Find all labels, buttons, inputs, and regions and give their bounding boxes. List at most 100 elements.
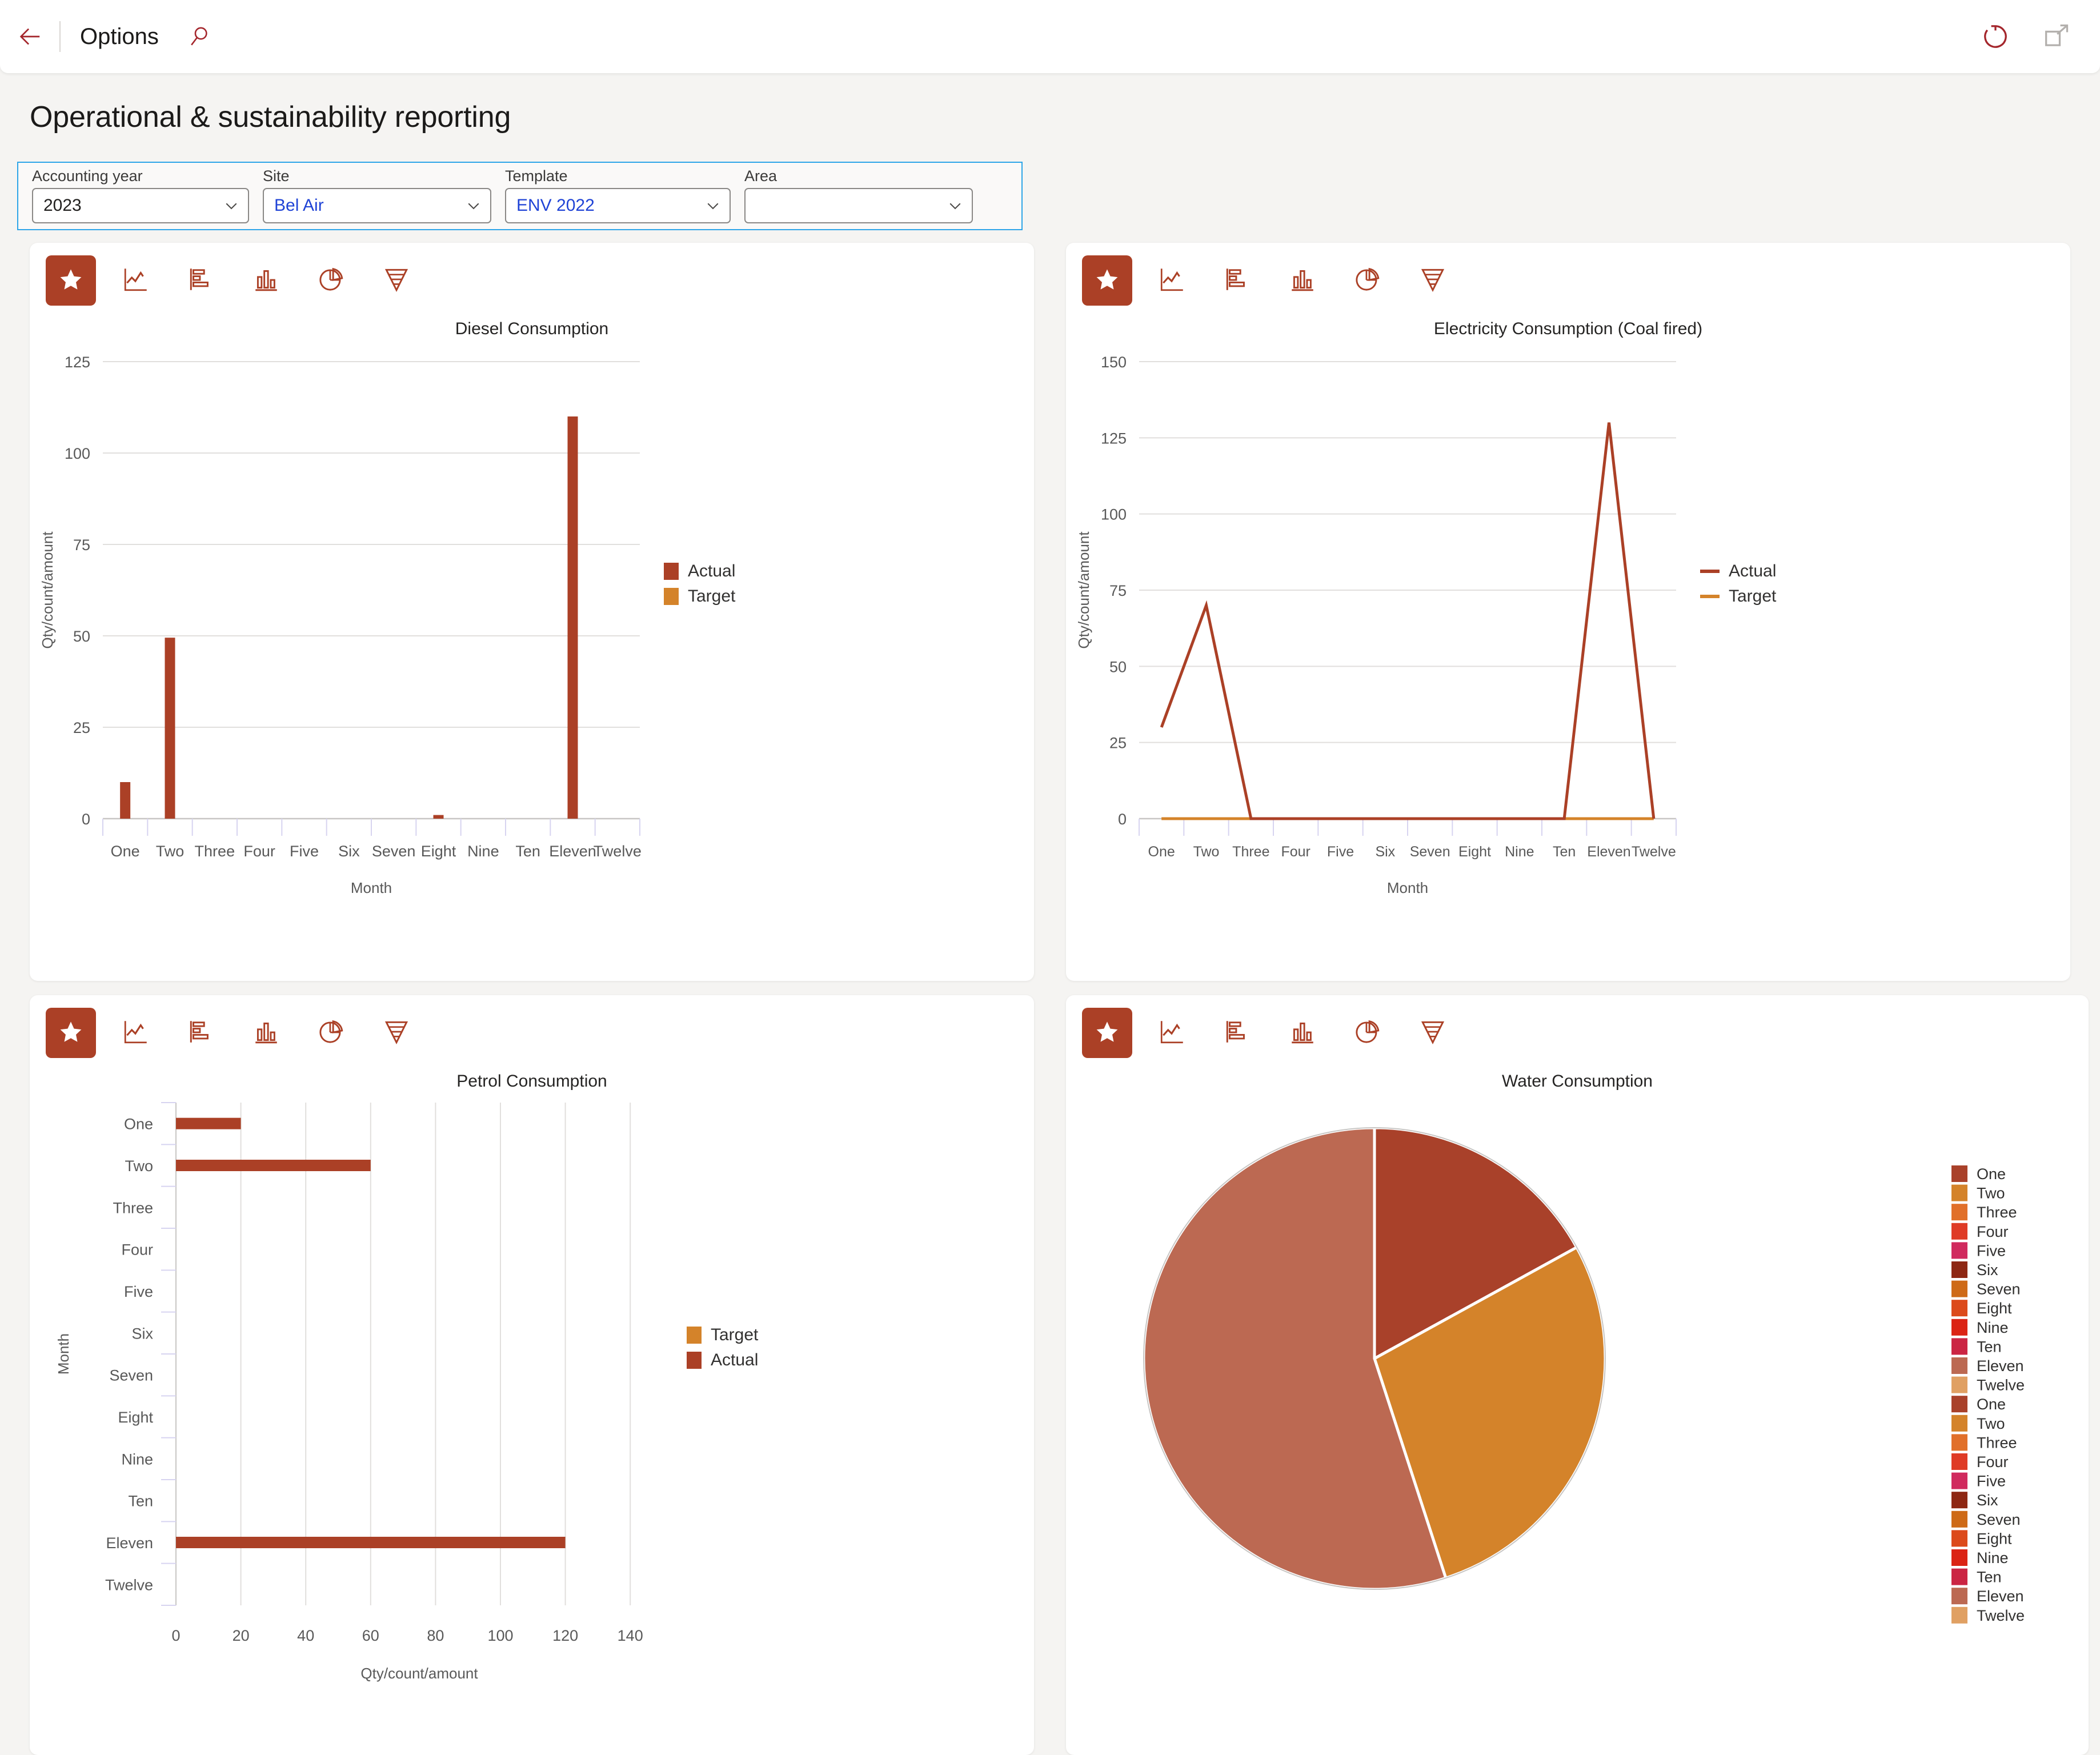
chart-type-bar[interactable] [176,1008,226,1058]
favorite-button[interactable] [46,255,96,306]
search-button[interactable] [181,18,217,55]
filter-select-site[interactable]: Bel Air [263,188,491,223]
chart-type-bar[interactable] [1212,255,1263,306]
favorite-button[interactable] [1082,1008,1132,1058]
back-button[interactable] [0,0,59,73]
chart-type-column[interactable] [241,1008,291,1058]
chart-label: Nine [1977,1549,2009,1566]
legend-swatch [1951,1223,1967,1240]
back-arrow-icon [19,28,40,45]
refresh-button[interactable] [1978,19,2013,54]
chart-label: Twelve [594,843,642,860]
chart-label: Eight [1977,1530,2012,1547]
chart-label: 80 [427,1627,444,1644]
tile-water-consumption: Water Consumption One Two Three Four Five Six… [1066,995,2089,1755]
legend-swatch [687,1327,702,1344]
bar-chart-icon [187,265,215,296]
petrol-consumption-chart: 0 20 40 60 80 100 120 140 One Two Three Four Five Six… [55,1102,759,1682]
chart-type-pie[interactable] [306,255,356,306]
chart-type-pie[interactable] [1342,1008,1393,1058]
chart-type-funnel[interactable] [371,1008,422,1058]
chart-type-line[interactable] [111,1008,161,1058]
chart-type-pie[interactable] [1342,255,1393,306]
funnel-icon [1418,1017,1447,1049]
tile-diesel-consumption: Diesel Consumption 0 25 50 75 100 125 One Two Th… [30,243,1034,981]
chart-label: Qty/count/amount [39,531,56,649]
chart-type-column[interactable] [1277,255,1328,306]
chart-title: Electricity Consumption (Coal fired) [1433,319,1703,338]
filter-select-template[interactable]: ENV 2022 [505,188,731,223]
open-in-new-window-icon [2045,24,2069,46]
filter-value-accounting-year: 2023 [43,196,82,215]
chart-type-funnel[interactable] [371,255,422,306]
legend-swatch [1951,1319,1967,1336]
chart-label: Nine [1977,1319,2009,1336]
chart-label: 75 [73,536,90,554]
open-in-new-window-button[interactable] [2038,19,2074,54]
search-icon [191,27,207,46]
chart-type-line[interactable] [1147,1008,1197,1058]
chart-label: Five [1977,1242,2006,1259]
chart-plot-area: 0 25 50 75 100 125 150 One Two Three Four Five Six Se… [1066,339,2070,959]
chart-label: 60 [362,1627,379,1644]
chart-type-pie[interactable] [306,1008,356,1058]
tile-toolbar [1066,243,2070,306]
pie-chart-icon [317,265,346,296]
chart-label: 125 [1101,430,1127,447]
legend-swatch [1951,1280,1967,1297]
water-consumption-chart: One Two Three Four Five Six Seven Eight Nine Ten E… [1142,1126,2025,1624]
chart-label: Ten [1977,1569,2002,1586]
chart-label: Qty/count/amount [1075,531,1092,649]
chart-title: Diesel Consumption [455,319,609,338]
chart-label: Target [1729,587,1777,606]
bar-chart-icon [187,1017,215,1049]
chart-label: Ten [1977,1338,2002,1355]
chart-title: Water Consumption [1502,1072,1653,1091]
legend-swatch [1951,1549,1967,1566]
chart-label: Eleven [1977,1357,2024,1375]
chart-type-bar[interactable] [176,255,226,306]
chart-label: Actual [711,1351,758,1369]
chart-label: Four [243,843,275,860]
chart-label: 75 [1109,582,1127,599]
chart-label: Six [338,843,360,860]
page-title: Operational & sustainability reporting [30,101,511,134]
chart-plot-area: 0 25 50 75 100 125 One Two Three Four Five Six Seven… [30,339,1034,959]
chart-label: Eight [1977,1300,2012,1317]
chart-label: Twelve [1977,1377,2025,1394]
chevron-down-icon [692,197,722,214]
favorite-button[interactable] [1082,255,1132,306]
chart-label: Seven [109,1367,153,1384]
chart-type-line[interactable] [1147,255,1197,306]
chart-label: Three [1977,1204,2017,1221]
line-chart-icon [1158,265,1187,296]
legend-swatch [1951,1588,1967,1605]
filter-select-area[interactable] [744,188,973,223]
star-icon [1094,266,1120,295]
tile-toolbar [1066,995,2089,1058]
chart-label: Six [1375,844,1395,860]
funnel-icon [382,265,411,296]
filter-field-accounting-year: Accounting year 2023 [32,169,249,223]
chart-label: Twelve [1977,1607,2025,1624]
chart-plot-area: One Two Three Four Five Six Seven Eight Nine Ten E… [1066,1091,2089,1734]
filter-field-area: Area [744,169,973,223]
chart-type-bar[interactable] [1212,1008,1263,1058]
star-icon [58,266,84,295]
pie-chart-icon [1353,265,1382,296]
chart-type-funnel[interactable] [1408,255,1458,306]
chart-label: Four [1977,1453,2009,1470]
legend-swatch [1951,1568,1967,1585]
chart-type-line[interactable] [111,255,161,306]
chart-label: Five [1327,844,1354,860]
chart-label: Month [351,879,392,896]
filter-select-accounting-year[interactable]: 2023 [32,188,249,223]
chart-label: Seven [1977,1281,2021,1298]
filter-bar: Accounting year 2023 Site Bel Air Template EN… [17,162,1023,230]
chart-type-column[interactable] [1277,1008,1328,1058]
tile-electricity-consumption: Electricity Consumption (Coal fired) 0 25… [1066,243,2070,981]
chart-type-column[interactable] [241,255,291,306]
chart-label: 100 [487,1627,513,1644]
chart-type-funnel[interactable] [1408,1008,1458,1058]
favorite-button[interactable] [46,1008,96,1058]
